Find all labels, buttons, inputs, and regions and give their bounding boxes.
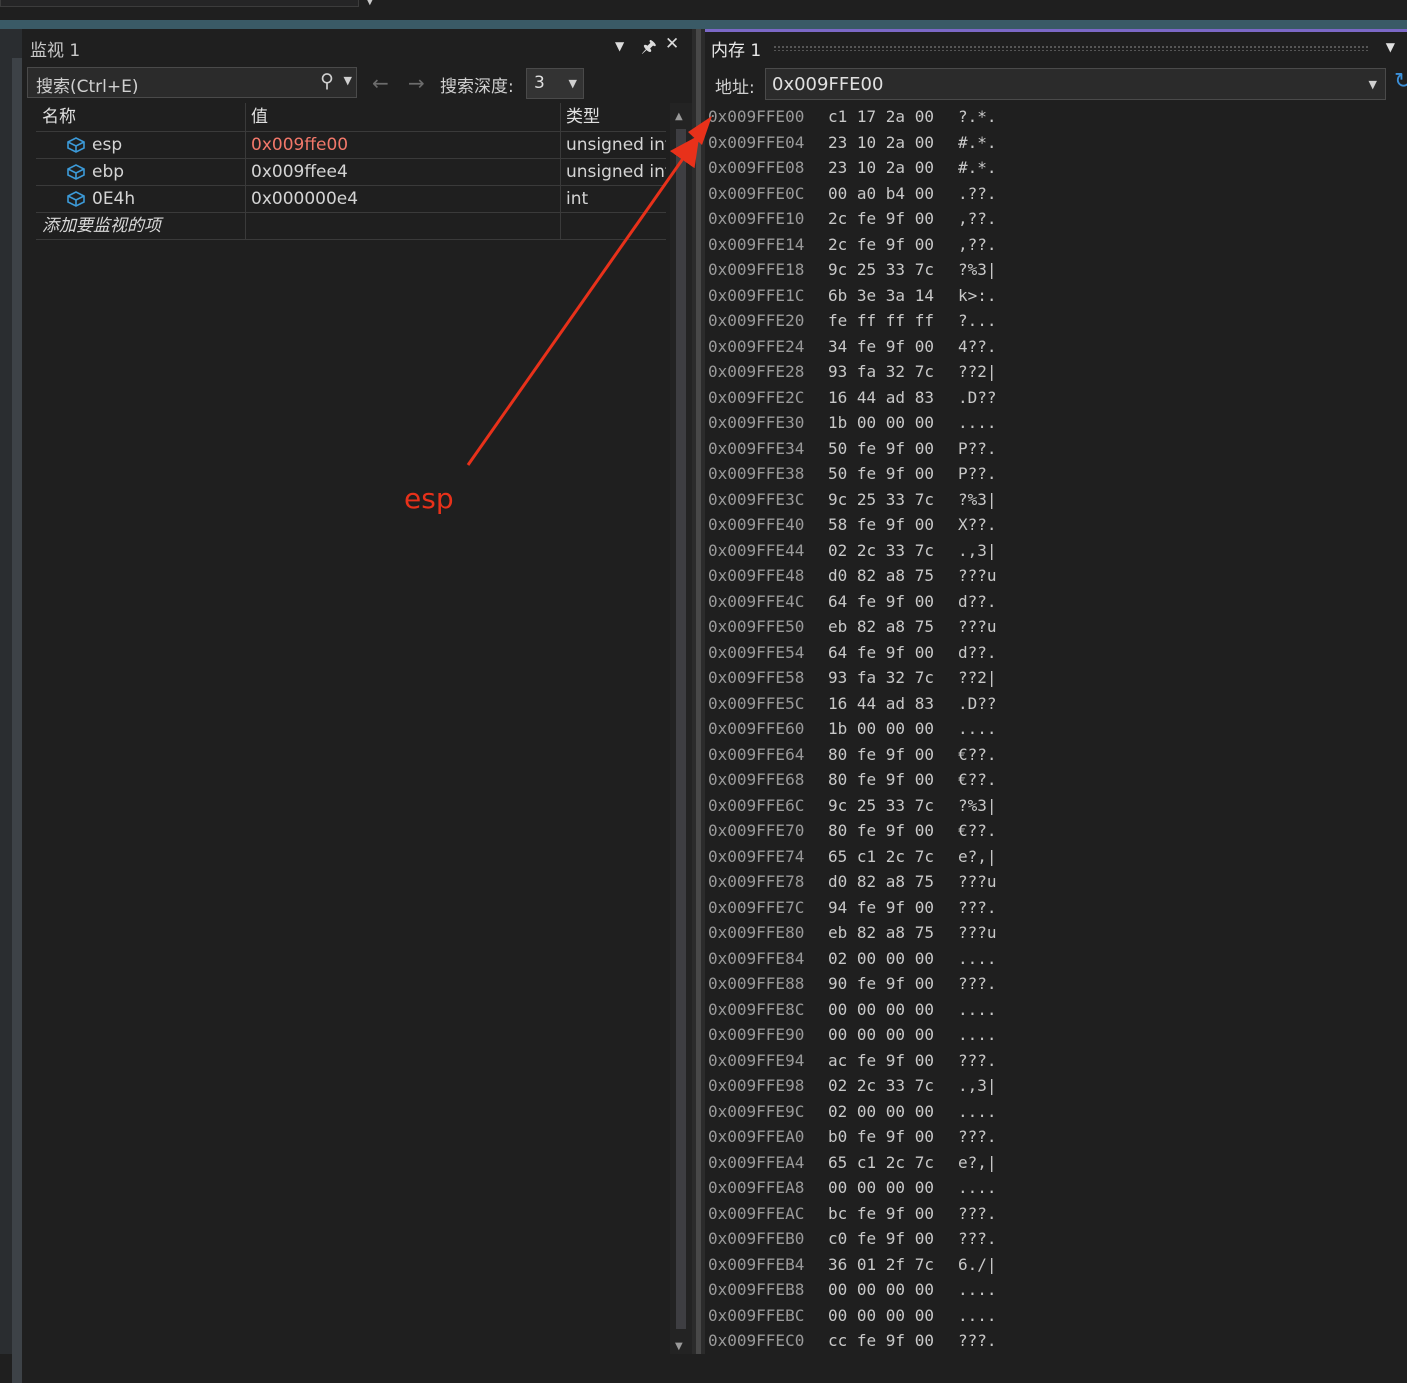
annotation-label: esp: [404, 482, 454, 515]
annotation-arrow: [466, 116, 712, 466]
